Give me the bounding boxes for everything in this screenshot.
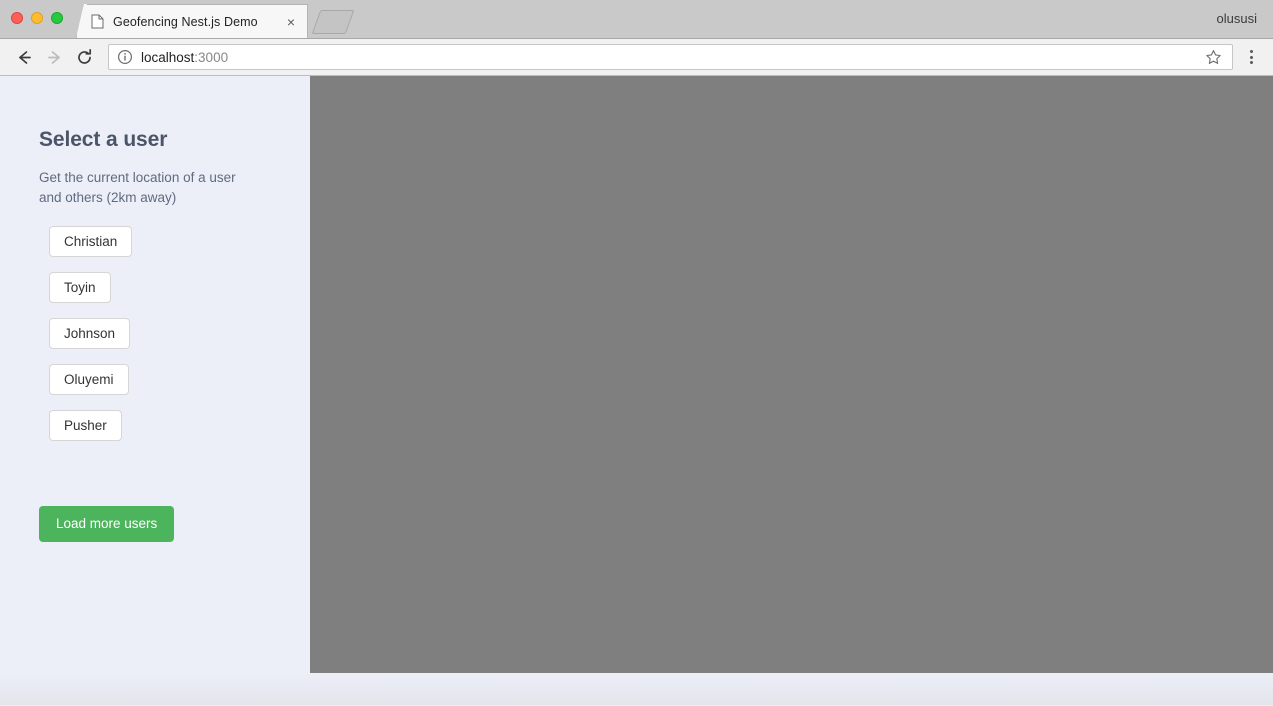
reload-icon[interactable] [70, 43, 98, 71]
browser-toolbar: localhost:3000 [0, 39, 1273, 76]
url-port: :3000 [194, 49, 229, 65]
tab-strip: Geofencing Nest.js Demo × olususi [0, 0, 1273, 39]
load-more-users-button[interactable]: Load more users [39, 506, 175, 542]
window-controls [11, 12, 63, 24]
menu-dot [1249, 61, 1253, 64]
site-info-icon[interactable] [117, 49, 133, 65]
user-button-pusher[interactable]: Pusher [49, 410, 122, 441]
map-container[interactable] [310, 76, 1273, 673]
page-title: Select a user [39, 128, 168, 151]
forward-arrow-icon [40, 43, 68, 71]
bookmark-star-icon[interactable] [1202, 46, 1224, 68]
browser-tab-active[interactable]: Geofencing Nest.js Demo × [76, 4, 308, 38]
page-icon [91, 14, 104, 29]
close-window-button[interactable] [11, 12, 23, 24]
tab-title: Geofencing Nest.js Demo [113, 14, 258, 29]
user-button-johnson[interactable]: Johnson [49, 318, 131, 349]
window-bottom-area [0, 673, 1273, 705]
user-button-christian[interactable]: Christian [49, 226, 133, 257]
profile-name-label[interactable]: olususi [1217, 11, 1257, 26]
url-text[interactable]: localhost:3000 [141, 50, 1202, 65]
url-host: localhost [141, 49, 195, 65]
sidebar-panel: Select a user Get the current location o… [0, 76, 310, 673]
three-dot-menu-icon[interactable] [1239, 43, 1263, 71]
minimize-window-button[interactable] [31, 12, 43, 24]
page-viewport: Select a user Get the current location o… [0, 76, 1273, 673]
menu-dot [1249, 50, 1253, 53]
browser-window: Geofencing Nest.js Demo × olususi localh… [0, 0, 1273, 706]
user-button-toyin[interactable]: Toyin [49, 272, 111, 303]
page-subtitle: Get the current location of a user and o… [39, 170, 236, 205]
load-more-container: Load more users [39, 506, 310, 542]
user-list: Christian Toyin Johnson Oluyemi Pusher [39, 226, 310, 441]
close-icon[interactable]: × [283, 14, 299, 30]
user-button-oluyemi[interactable]: Oluyemi [49, 364, 129, 395]
maximize-window-button[interactable] [51, 12, 63, 24]
back-arrow-icon[interactable] [10, 43, 38, 71]
new-tab-button[interactable] [311, 10, 355, 34]
address-bar[interactable]: localhost:3000 [108, 44, 1233, 70]
menu-dot [1249, 55, 1253, 59]
